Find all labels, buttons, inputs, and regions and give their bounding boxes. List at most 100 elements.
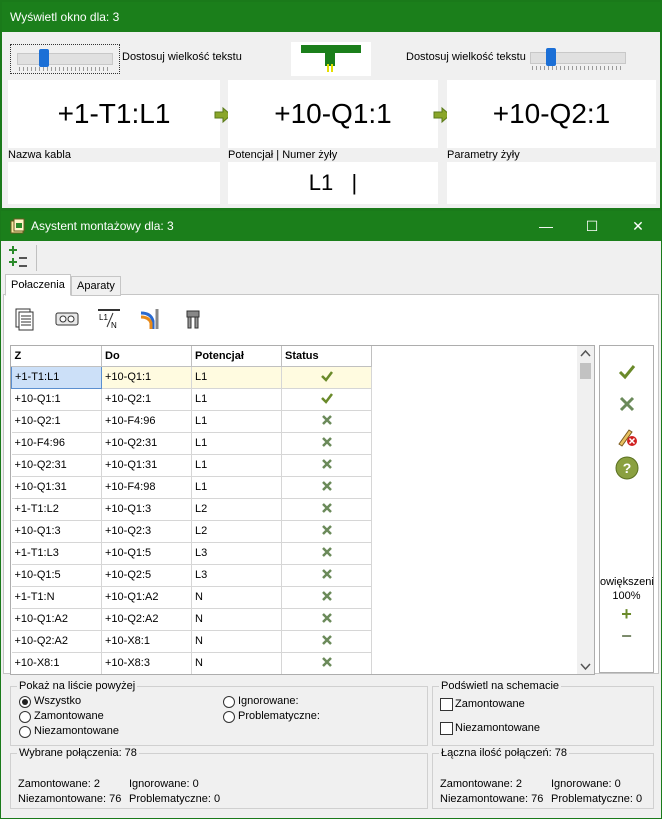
cell-status[interactable] (281, 432, 372, 455)
cell-to[interactable]: +10-X8:3 (101, 652, 192, 674)
column-header-potential[interactable]: Potencjał (191, 346, 282, 367)
table-row[interactable]: +10-Q1:5 +10-Q2:5 L3 (11, 564, 372, 587)
cell-from[interactable]: +1-T1:L3 (11, 542, 102, 565)
table-row[interactable]: +10-Q2:31 +10-Q1:31 L1 (11, 454, 372, 477)
cell-to[interactable]: +10-Q2:5 (101, 564, 192, 587)
cell-potential[interactable]: L2 (191, 498, 282, 521)
cell-status[interactable] (281, 388, 372, 411)
slider-thumb[interactable] (546, 48, 556, 66)
cell-status[interactable] (281, 608, 372, 631)
cell-from[interactable]: +1-T1:L1 (11, 365, 102, 389)
table-row[interactable]: +10-X8:1 +10-X8:3 N (11, 652, 372, 674)
mark-unmounted-icon[interactable] (617, 394, 637, 414)
cell-from[interactable]: +10-Q1:1 (11, 388, 102, 411)
scroll-thumb[interactable] (580, 363, 591, 379)
cell-status[interactable] (281, 366, 372, 389)
table-row[interactable]: +1-T1:N +10-Q1:A2 N (11, 586, 372, 609)
cell-to[interactable]: +10-F4:98 (101, 476, 192, 499)
cell-to[interactable]: +10-Q1:3 (101, 498, 192, 521)
cell-status[interactable] (281, 498, 372, 521)
table-row[interactable]: +10-Q1:3 +10-Q2:3 L2 (11, 520, 372, 543)
cell-status[interactable] (281, 520, 372, 543)
cell-status[interactable] (281, 586, 372, 609)
cell-from[interactable]: +10-Q1:A2 (11, 608, 102, 631)
cell-potential[interactable]: N (191, 586, 282, 609)
tab-devices[interactable]: Aparaty (71, 276, 121, 296)
help-icon[interactable]: ? (615, 456, 639, 480)
cell-from[interactable]: +10-X8:1 (11, 652, 102, 674)
cell-potential[interactable]: L2 (191, 520, 282, 543)
cell-from[interactable]: +10-Q1:5 (11, 564, 102, 587)
cell-potential[interactable]: L3 (191, 564, 282, 587)
table-row[interactable]: +1-T1:L1 +10-Q1:1 L1 (11, 365, 372, 389)
terminal-view-icon[interactable] (55, 307, 79, 331)
radio-unmounted[interactable] (19, 726, 31, 738)
table-row[interactable]: +10-F4:96 +10-Q2:31 L1 (11, 432, 372, 455)
cell-status[interactable] (281, 454, 372, 477)
table-row[interactable]: +1-T1:L3 +10-Q1:5 L3 (11, 542, 372, 565)
checkbox-highlight-unmounted[interactable] (440, 722, 453, 735)
zoom-out-button[interactable]: − (600, 626, 653, 647)
cell-from[interactable]: +10-Q2:31 (11, 454, 102, 477)
radio-ignored[interactable] (223, 696, 235, 708)
table-row[interactable]: +10-Q1:A2 +10-Q2:A2 N (11, 608, 372, 631)
cell-from[interactable]: +10-Q1:3 (11, 520, 102, 543)
tab-connections[interactable]: Połaczenia (5, 274, 71, 296)
scroll-down-icon[interactable] (577, 658, 594, 674)
cell-potential[interactable]: L1 (191, 366, 282, 389)
add-remove-icon[interactable] (7, 245, 31, 269)
table-row[interactable]: +10-Q2:A2 +10-X8:1 N (11, 630, 372, 653)
column-header-from[interactable]: Z (11, 346, 102, 367)
potential-view-icon[interactable]: L1 N (97, 307, 121, 331)
wire-bundle-icon[interactable] (139, 307, 163, 331)
cell-to[interactable]: +10-Q2:31 (101, 432, 192, 455)
cell-from[interactable]: +1-T1:N (11, 586, 102, 609)
radio-problematic[interactable] (223, 711, 235, 723)
cell-to[interactable]: +10-Q1:1 (101, 366, 192, 389)
radio-all[interactable] (19, 696, 31, 708)
column-header-status[interactable]: Status (281, 346, 372, 367)
cell-from[interactable]: +10-F4:96 (11, 432, 102, 455)
table-row[interactable]: +10-Q1:1 +10-Q2:1 L1 (11, 388, 372, 411)
column-header-to[interactable]: Do (101, 346, 192, 367)
cell-to[interactable]: +10-Q1:5 (101, 542, 192, 565)
scroll-up-icon[interactable] (577, 346, 594, 362)
table-row[interactable]: +10-Q1:31 +10-F4:98 L1 (11, 476, 372, 499)
zoom-in-button[interactable]: + (600, 604, 653, 625)
cell-potential[interactable]: L1 (191, 454, 282, 477)
close-button[interactable]: ✕ (615, 211, 661, 241)
cell-to[interactable]: +10-Q2:A2 (101, 608, 192, 631)
cell-potential[interactable]: L3 (191, 542, 282, 565)
cell-potential[interactable]: L1 (191, 388, 282, 411)
radio-mounted[interactable] (19, 711, 31, 723)
cell-status[interactable] (281, 564, 372, 587)
cell-from[interactable]: +10-Q1:31 (11, 476, 102, 499)
table-scrollbar[interactable] (577, 346, 594, 674)
cell-status[interactable] (281, 476, 372, 499)
table-row[interactable]: +1-T1:L2 +10-Q1:3 L2 (11, 498, 372, 521)
cell-to[interactable]: +10-Q2:3 (101, 520, 192, 543)
connections-table[interactable]: Z Do Potencjał Status +1-T1:L1 +10-Q1:1 L1… (10, 345, 595, 675)
cell-to[interactable]: +10-Q1:A2 (101, 586, 192, 609)
cell-from[interactable]: +10-Q2:A2 (11, 630, 102, 653)
cell-potential[interactable]: L1 (191, 476, 282, 499)
cell-to[interactable]: +10-Q2:1 (101, 388, 192, 411)
cell-potential[interactable]: N (191, 630, 282, 653)
cell-from[interactable]: +10-Q2:1 (11, 410, 102, 433)
cell-status[interactable] (281, 630, 372, 653)
document-list-icon[interactable] (13, 307, 37, 331)
maximize-button[interactable]: ☐ (569, 211, 615, 241)
cell-to[interactable]: +10-F4:96 (101, 410, 192, 433)
text-size-slider-left[interactable] (10, 44, 120, 74)
edit-error-icon[interactable] (617, 426, 639, 448)
cell-potential[interactable]: L1 (191, 410, 282, 433)
table-row[interactable]: +10-Q2:1 +10-F4:96 L1 (11, 410, 372, 433)
cell-potential[interactable]: L1 (191, 432, 282, 455)
cell-status[interactable] (281, 652, 372, 674)
cell-status[interactable] (281, 542, 372, 565)
mark-mounted-icon[interactable] (617, 362, 637, 382)
cell-to[interactable]: +10-Q1:31 (101, 454, 192, 477)
cell-potential[interactable]: N (191, 608, 282, 631)
cell-status[interactable] (281, 410, 372, 433)
cell-potential[interactable]: N (191, 652, 282, 674)
